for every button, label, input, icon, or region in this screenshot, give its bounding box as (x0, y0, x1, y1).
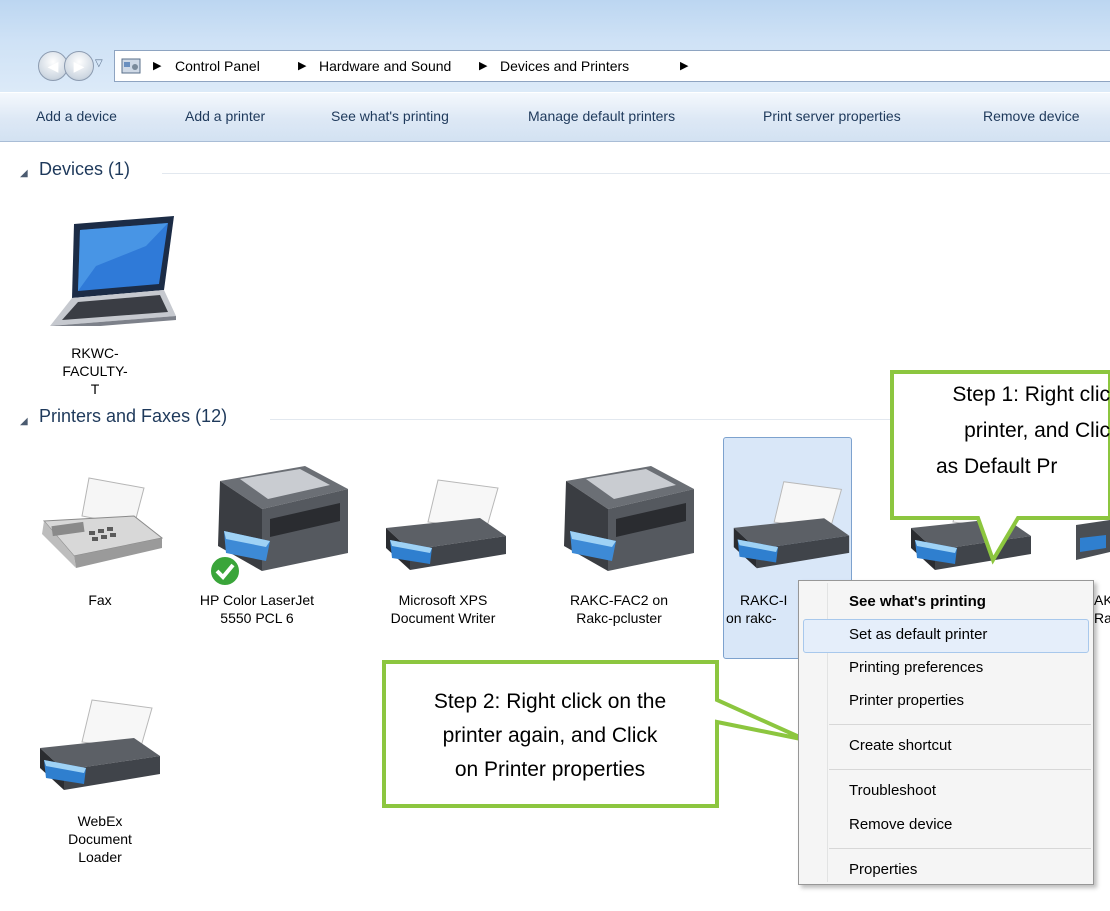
add-printer-button[interactable]: Add a printer (185, 108, 265, 124)
step2-line: on Printer properties (454, 758, 646, 781)
command-bar: Add a device Add a printer See what's pr… (0, 93, 1110, 142)
back-arrow-icon: ◀ (47, 57, 59, 74)
printer-name-line: Fax (88, 592, 112, 608)
printer-name-line: Document Writer (390, 610, 496, 626)
menu-item-set-as-default-printer[interactable]: Set as default printer (849, 626, 987, 643)
menu-item-troubleshoot[interactable]: Troubleshoot (849, 782, 936, 799)
breadcrumb-hardware-and-sound[interactable]: Hardware and Sound (319, 58, 451, 74)
print-server-properties-button[interactable]: Print server properties (763, 108, 901, 124)
printer-name-line: AK (1094, 592, 1110, 608)
context-menu: See what's printing Set as default print… (798, 580, 1094, 885)
printer-name-line: RAKC-FAC2 on (569, 592, 669, 608)
menu-item-printing-preferences[interactable]: Printing preferences (849, 659, 983, 676)
printers-group-header[interactable]: Printers and Faxes (12) (39, 406, 227, 427)
printer-item-hp-color-laserjet[interactable]: HP Color LaserJet 5550 PCL 6 (192, 591, 322, 627)
device-name-line: RKWC-FACULTY- (62, 345, 128, 379)
laser-printer-icon (564, 466, 694, 571)
device-item[interactable]: RKWC-FACULTY- T (40, 344, 150, 398)
menu-separator (829, 724, 1091, 725)
printer-item-selected[interactable]: RAKC-I on rakc- (726, 591, 796, 627)
breadcrumb-separator-icon[interactable]: ▶ (298, 59, 306, 72)
printer-item-webex[interactable]: WebEx Document Loader (50, 812, 150, 866)
printer-name-line: Loader (78, 849, 122, 865)
printer-icon (386, 479, 506, 570)
forward-button[interactable]: ▶ (64, 51, 94, 81)
recent-pages-dropdown-icon[interactable]: ▽ (95, 58, 103, 69)
address-bar[interactable]: ▶ Control Panel ▶ Hardware and Sound ▶ D… (114, 50, 1110, 82)
breadcrumb-control-panel[interactable]: Control Panel (175, 58, 260, 74)
devices-group-header[interactable]: Devices (1) (39, 159, 130, 180)
add-device-button[interactable]: Add a device (36, 108, 117, 124)
device-name-line: T (90, 381, 100, 397)
menu-separator (829, 848, 1091, 849)
step2-line: printer again, and Click (442, 724, 658, 747)
forward-arrow-icon: ▶ (73, 57, 85, 74)
menu-item-printer-properties[interactable]: Printer properties (849, 692, 964, 709)
printer-name-line: on rakc- (726, 610, 777, 626)
breadcrumb-separator-icon[interactable]: ▶ (680, 59, 688, 72)
devices-group-collapse-icon[interactable]: ◢ (20, 163, 28, 181)
menu-item-see-whats-printing[interactable]: See what's printing (849, 593, 986, 610)
menu-item-remove-device[interactable]: Remove device (849, 816, 952, 833)
printer-item-partial[interactable]: AK Ra (1094, 591, 1110, 627)
printer-name-line: Document (68, 831, 132, 847)
breadcrumb-devices-and-printers[interactable]: Devices and Printers (500, 58, 629, 74)
printer-name-line: Microsoft XPS (398, 592, 488, 608)
menu-separator (829, 769, 1091, 770)
printer-icon (40, 699, 160, 790)
group-divider (162, 173, 1110, 174)
printer-item-microsoft-xps[interactable]: Microsoft XPS Document Writer (378, 591, 508, 627)
printer-name-line: RAKC-I (740, 592, 788, 608)
step1-line: as Default Pr (936, 455, 1058, 478)
manage-default-printers-button[interactable]: Manage default printers (528, 108, 675, 124)
step2-line: Step 2: Right click on the (433, 690, 667, 713)
printer-name-line: Ra (1094, 610, 1110, 626)
printer-name-line: WebEx (77, 813, 123, 829)
default-checkmark-icon (209, 555, 241, 587)
printer-icon (733, 481, 850, 569)
control-panel-icon (121, 58, 141, 74)
fax-icon (42, 477, 164, 568)
menu-item-properties[interactable]: Properties (849, 861, 917, 878)
step2-callout: Step 2: Right click on the printer again… (388, 685, 712, 787)
printer-name-line: HP Color LaserJet (199, 592, 315, 608)
step1-line: Step 1: Right clic (952, 383, 1110, 406)
breadcrumb-separator-icon: ▶ (153, 60, 162, 72)
laptop-icon (50, 216, 176, 326)
step1-callout: Step 1: Right clic printer, and Clic as … (896, 377, 1110, 485)
printer-item-rakc-fac2[interactable]: RAKC-FAC2 on Rakc-pcluster (554, 591, 684, 627)
see-whats-printing-button[interactable]: See what's printing (331, 108, 449, 124)
printer-name-line: Rakc-pcluster (576, 610, 662, 626)
menu-item-create-shortcut[interactable]: Create shortcut (849, 737, 952, 754)
printers-group-collapse-icon[interactable]: ◢ (20, 411, 28, 429)
remove-device-button[interactable]: Remove device (983, 108, 1080, 124)
group-divider (270, 419, 898, 420)
breadcrumb-separator-icon[interactable]: ▶ (479, 59, 487, 72)
step1-line: printer, and Clic (964, 419, 1110, 442)
printer-item-fax[interactable]: Fax (50, 591, 150, 609)
printer-name-line: 5550 PCL 6 (220, 610, 294, 626)
